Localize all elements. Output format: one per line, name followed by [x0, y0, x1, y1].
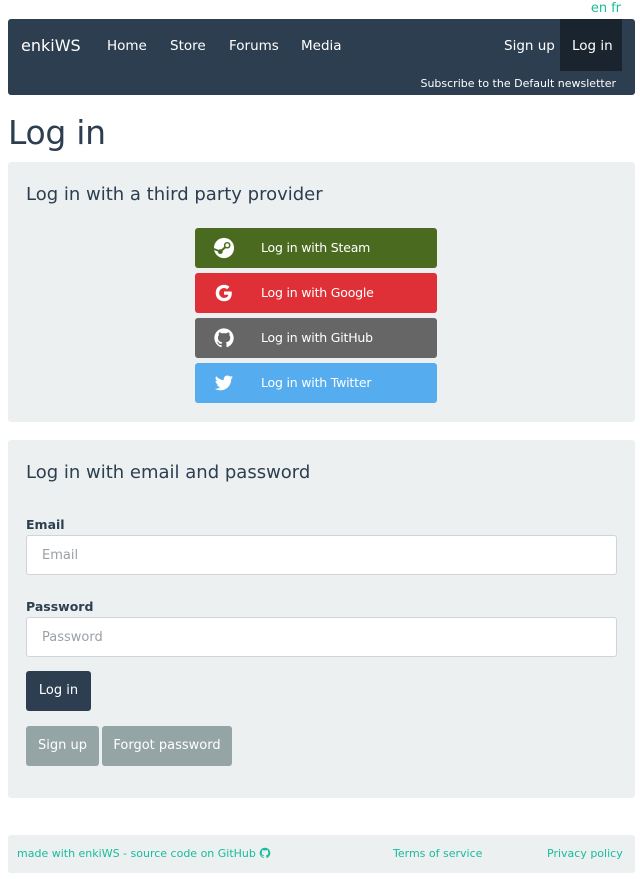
- twitter-login-button[interactable]: Log in with Twitter: [195, 363, 437, 403]
- nav-item-home[interactable]: Home: [107, 38, 147, 54]
- signup-button[interactable]: Sign up: [26, 726, 99, 766]
- email-login-title: Log in with email and password: [26, 462, 311, 483]
- privacy-link[interactable]: Privacy policy: [547, 847, 623, 860]
- steam-icon: [213, 237, 235, 259]
- github-login-button[interactable]: Log in with GitHub: [195, 318, 437, 358]
- page-title: Log in: [8, 113, 106, 152]
- github-icon: [260, 847, 271, 859]
- forgot-password-button[interactable]: Forgot password: [102, 726, 232, 766]
- github-icon: [214, 328, 234, 348]
- navbar: enkiWS Home Store Forums Media Sign up L…: [8, 19, 635, 95]
- twitter-login-label: Log in with Twitter: [261, 375, 372, 390]
- nav-item-store[interactable]: Store: [170, 38, 206, 54]
- third-party-title: Log in with a third party provider: [26, 184, 323, 205]
- lang-fr-link[interactable]: fr: [611, 1, 621, 16]
- third-party-card: Log in with a third party provider Log i…: [8, 162, 635, 422]
- nav-login-label: Log in: [572, 38, 613, 54]
- brand-link[interactable]: enkiWS: [21, 36, 81, 55]
- lang-en-link[interactable]: en: [591, 1, 607, 16]
- steam-login-button[interactable]: Log in with Steam: [195, 228, 437, 268]
- source-code-label: made with enkiWS - source code on GitHub: [17, 847, 256, 860]
- login-button[interactable]: Log in: [26, 671, 91, 711]
- password-field[interactable]: [26, 617, 617, 657]
- nav-item-media[interactable]: Media: [301, 38, 342, 54]
- nav-login-link[interactable]: Log in: [560, 19, 622, 71]
- terms-link[interactable]: Terms of service: [393, 847, 482, 860]
- google-login-label: Log in with Google: [261, 285, 374, 300]
- email-label: Email: [26, 517, 65, 532]
- nav-item-forums[interactable]: Forums: [229, 38, 279, 54]
- newsletter-link[interactable]: Subscribe to the Default newsletter: [420, 77, 616, 90]
- nav-signup-link[interactable]: Sign up: [504, 38, 555, 54]
- google-login-button[interactable]: Log in with Google: [195, 273, 437, 313]
- twitter-icon: [214, 375, 234, 391]
- email-field[interactable]: [26, 535, 617, 575]
- password-label: Password: [26, 599, 94, 614]
- email-login-card: Log in with email and password Email Pas…: [8, 440, 635, 798]
- google-icon: [215, 284, 232, 302]
- source-code-link[interactable]: made with enkiWS - source code on GitHub: [17, 847, 271, 860]
- footer: made with enkiWS - source code on GitHub…: [8, 835, 635, 873]
- steam-login-label: Log in with Steam: [261, 240, 371, 255]
- github-login-label: Log in with GitHub: [261, 330, 373, 345]
- language-switcher: en fr: [587, 1, 621, 16]
